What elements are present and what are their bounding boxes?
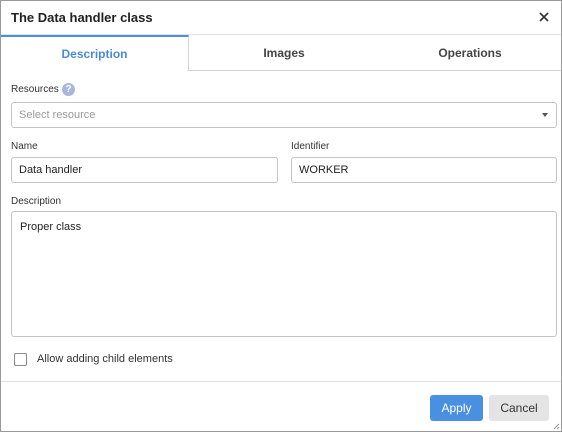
footer-divider (1, 381, 561, 382)
tab-bar: Description Images Operations (1, 35, 561, 71)
resources-placeholder: Select resource (19, 109, 96, 121)
tab-description[interactable]: Description (1, 35, 189, 71)
close-icon (539, 12, 549, 22)
dialog-title: The Data handler class (11, 10, 153, 25)
description-label: Description (11, 196, 62, 207)
description-textarea[interactable]: Proper class (11, 211, 557, 337)
apply-button[interactable]: Apply (430, 395, 483, 421)
description-value: Proper class (20, 221, 82, 233)
identifier-value: WORKER (299, 164, 349, 176)
name-value: Data handler (19, 164, 82, 176)
tab-description-label: Description (61, 47, 128, 61)
tab-operations-label: Operations (438, 45, 502, 60)
resources-select[interactable]: Select resource (11, 102, 557, 128)
resize-grip-icon[interactable] (552, 422, 560, 430)
dialog-titlebar: The Data handler class (1, 1, 561, 35)
tab-images-label: Images (263, 45, 305, 60)
name-field[interactable]: Data handler (11, 157, 278, 183)
identifier-label: Identifier (291, 141, 330, 152)
question-icon[interactable]: ? (62, 83, 75, 96)
resources-label: Resources (11, 84, 59, 95)
tab-images[interactable]: Images (189, 35, 379, 70)
tab-operations[interactable]: Operations (379, 35, 561, 70)
cancel-button[interactable]: Cancel (489, 395, 549, 421)
dialog-window: The Data handler class Description Image… (0, 0, 562, 432)
allow-child-checkbox[interactable] (14, 353, 27, 366)
name-label: Name (11, 141, 38, 152)
close-button[interactable] (534, 7, 554, 27)
identifier-field[interactable]: WORKER (291, 157, 557, 183)
allow-child-label[interactable]: Allow adding child elements (37, 353, 173, 365)
chevron-down-icon (542, 113, 548, 117)
